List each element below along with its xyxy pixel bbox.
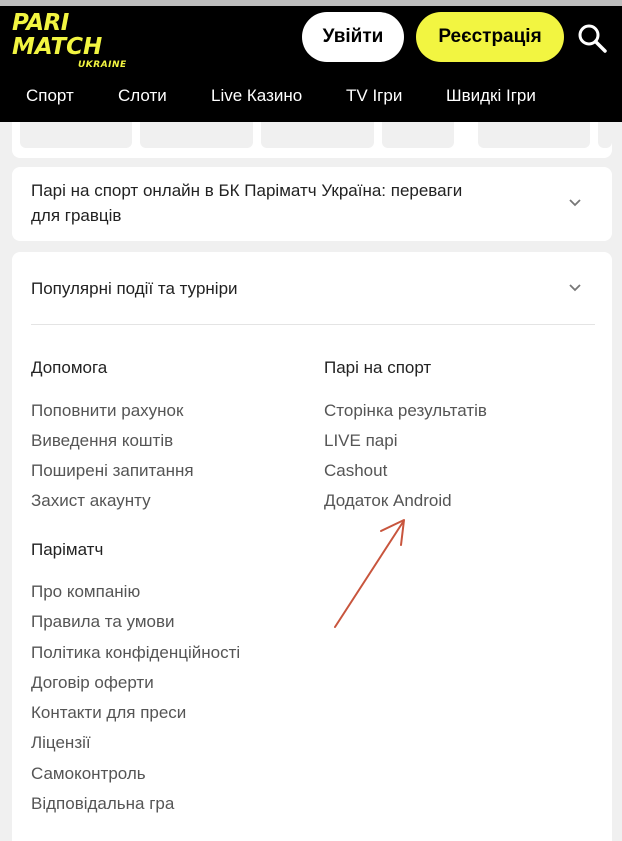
status-bar-edge bbox=[0, 0, 622, 6]
nav-item-sport[interactable]: Спорт bbox=[26, 86, 74, 106]
strip-card[interactable] bbox=[20, 122, 132, 148]
footer-link-android-app[interactable]: Додаток Android bbox=[324, 491, 452, 511]
strip-card[interactable] bbox=[140, 122, 253, 148]
footer-link-licenses[interactable]: Ліцензії bbox=[31, 733, 91, 753]
footer-heading-help: Допомога bbox=[31, 358, 108, 377]
footer-link-about[interactable]: Про компанію bbox=[31, 582, 140, 602]
footer-heading-company: Паріматч bbox=[31, 540, 104, 559]
footer-link-self-control[interactable]: Самоконтроль bbox=[31, 764, 146, 784]
footer-link-offer[interactable]: Договір оферти bbox=[31, 673, 154, 693]
strip-card[interactable] bbox=[261, 122, 374, 148]
divider bbox=[31, 324, 595, 325]
nav-item-slots[interactable]: Слоти bbox=[118, 86, 167, 106]
accordion-advantages[interactable]: Парі на спорт онлайн в БК Паріматч Украї… bbox=[12, 167, 612, 241]
header: PARI MATCH UKRAINE Увійти Реєстрація Спо… bbox=[0, 0, 622, 122]
main-nav: Спорт Слоти Live Казино TV Ігри Швидкі І… bbox=[0, 76, 622, 116]
footer-link-results[interactable]: Сторінка результатів bbox=[324, 401, 487, 421]
parimatch-logo[interactable]: PARI MATCH UKRAINE bbox=[12, 10, 138, 71]
footer-link-privacy[interactable]: Політика конфіденційності bbox=[31, 643, 240, 663]
accordion-advantages-title: Парі на спорт онлайн в БК Паріматч Украї… bbox=[31, 178, 462, 228]
logo-line2: MATCH bbox=[12, 34, 103, 60]
logo-line1: PARI bbox=[12, 10, 69, 36]
strip-card[interactable] bbox=[382, 122, 454, 148]
accordion-advantages-line1: Парі на спорт онлайн в БК Паріматч Украї… bbox=[31, 181, 463, 200]
footer-link-top-up[interactable]: Поповнити рахунок bbox=[31, 401, 183, 421]
strip-card[interactable] bbox=[598, 122, 612, 148]
chevron-down-icon[interactable] bbox=[567, 280, 583, 296]
footer-card: Популярні події та турніри Допомога Попо… bbox=[12, 252, 612, 841]
accordion-popular-title[interactable]: Популярні події та турніри bbox=[31, 276, 238, 301]
footer-link-terms[interactable]: Правила та умови bbox=[31, 612, 175, 632]
footer-link-cashout[interactable]: Cashout bbox=[324, 461, 387, 481]
search-icon[interactable] bbox=[576, 22, 608, 54]
footer-link-live[interactable]: LIVE парі bbox=[324, 431, 397, 451]
footer-link-withdrawal[interactable]: Виведення коштів bbox=[31, 431, 173, 451]
accordion-advantages-line2: для гравців bbox=[31, 206, 122, 225]
chevron-down-icon[interactable] bbox=[567, 195, 583, 211]
footer-link-responsible-gaming[interactable]: Відповідальна гра bbox=[31, 794, 174, 814]
strip-card[interactable] bbox=[478, 122, 590, 148]
logo-sub: UKRAINE bbox=[78, 60, 127, 70]
nav-item-tv-games[interactable]: TV Ігри bbox=[346, 86, 402, 106]
login-button[interactable]: Увійти bbox=[302, 12, 404, 62]
footer-link-press[interactable]: Контакти для преси bbox=[31, 703, 186, 723]
footer-link-account-protection[interactable]: Захист акаунту bbox=[31, 491, 151, 511]
nav-item-live-casino[interactable]: Live Казино bbox=[211, 86, 302, 106]
footer-heading-sport: Парі на спорт bbox=[324, 358, 432, 377]
register-button[interactable]: Реєстрація bbox=[416, 12, 564, 62]
category-strip bbox=[12, 122, 612, 158]
nav-item-fast-games[interactable]: Швидкі Ігри bbox=[446, 86, 536, 106]
footer-link-faq[interactable]: Поширені запитання bbox=[31, 461, 194, 481]
